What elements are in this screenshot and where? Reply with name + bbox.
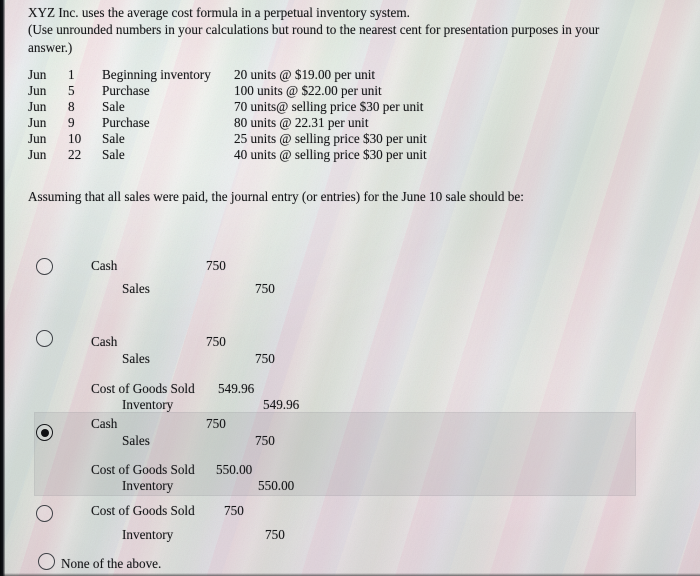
journal-credit-amount: 550.00 — [258, 478, 295, 493]
journal-debit-amount: 549.96 — [218, 381, 255, 396]
txn-description: Purchase — [102, 82, 150, 98]
txn-description: Sale — [102, 130, 125, 146]
journal-account: Cash — [91, 258, 118, 273]
txn-detail: 80 units @ 22.31 per unit — [234, 114, 369, 130]
journal-account: Inventory — [122, 527, 174, 542]
txn-day: 9 — [68, 114, 75, 130]
txn-day: 1 — [68, 67, 75, 82]
transaction-table: Jun 1 Beginning inventory 20 units @ $19… — [28, 67, 427, 162]
txn-day: 5 — [68, 82, 75, 98]
radio-option-c[interactable] — [36, 424, 53, 441]
radio-option-d[interactable] — [36, 505, 53, 522]
table-row: Jun 1 Beginning inventory 20 units @ $19… — [28, 67, 427, 83]
intro-line-2: (Use unrounded numbers in your calculati… — [28, 22, 600, 55]
journal-account: Cash — [91, 334, 118, 349]
txn-detail: 100 units @ $22.00 per unit — [234, 82, 382, 98]
table-row: Jun 8 Sale 70 units@ selling price $30 p… — [28, 99, 427, 115]
radio-option-a[interactable] — [36, 258, 53, 275]
table-row: Jun 9 Purchase 80 units @ 22.31 per unit — [28, 115, 427, 131]
journal-debit-amount: 750 — [224, 503, 244, 518]
table-row: Jun 5 Purchase 100 units @ $22.00 per un… — [28, 83, 427, 99]
txn-detail: 20 units @ $19.00 per unit — [234, 67, 376, 82]
journal-account: Cost of Goods Sold — [91, 381, 195, 396]
journal-account: Cost of Goods Sold — [91, 503, 195, 518]
txn-description: Beginning inventory — [102, 67, 211, 82]
txn-month: Jun — [28, 130, 47, 146]
page-content: XYZ Inc. uses the average cost formula i… — [0, 0, 700, 576]
radio-option-b[interactable] — [36, 330, 53, 347]
txn-description: Sale — [102, 146, 125, 162]
txn-month: Jun — [28, 146, 47, 162]
journal-debit-amount: 750 — [206, 334, 226, 349]
txn-month: Jun — [28, 98, 47, 114]
txn-day: 10 — [68, 130, 82, 146]
none-of-the-above-label: None of the above. — [61, 556, 162, 571]
txn-day: 8 — [68, 98, 75, 114]
journal-account: Sales — [122, 281, 150, 296]
txn-month: Jun — [28, 82, 47, 98]
table-row: Jun 10 Sale 25 units @ selling price $30… — [28, 131, 427, 147]
txn-detail: 25 units @ selling price $30 per unit — [234, 130, 427, 146]
journal-debit-amount: 750 — [206, 416, 226, 431]
journal-account: Cost of Goods Sold — [91, 462, 195, 477]
txn-month: Jun — [28, 67, 47, 82]
intro-line-1: XYZ Inc. uses the average cost formula i… — [28, 5, 410, 20]
txn-description: Sale — [102, 98, 125, 114]
txn-description: Purchase — [102, 114, 150, 130]
txn-detail: 40 units @ selling price $30 per unit — [234, 146, 427, 162]
journal-credit-amount: 750 — [255, 433, 275, 448]
journal-debit-amount: 750 — [206, 258, 226, 273]
txn-detail: 70 units@ selling price $30 per unit — [234, 98, 424, 114]
table-row: Jun 22 Sale 40 units @ selling price $30… — [28, 147, 427, 163]
journal-account: Sales — [122, 351, 150, 366]
journal-debit-amount: 550.00 — [216, 462, 253, 477]
txn-day: 22 — [68, 146, 82, 162]
journal-account: Cash — [91, 416, 118, 431]
journal-credit-amount: 750 — [265, 527, 285, 542]
radio-option-none[interactable] — [38, 553, 55, 570]
journal-credit-amount: 750 — [255, 351, 275, 366]
intro-paragraph: XYZ Inc. uses the average cost formula i… — [28, 4, 646, 56]
journal-account: Sales — [122, 433, 150, 448]
journal-credit-amount: 549.96 — [263, 397, 300, 412]
journal-credit-amount: 750 — [255, 281, 275, 296]
scanned-question-page: XYZ Inc. uses the average cost formula i… — [0, 0, 700, 576]
journal-account: Inventory — [122, 478, 174, 493]
question-prompt: Assuming that all sales were paid, the j… — [28, 189, 524, 204]
txn-month: Jun — [28, 114, 47, 130]
journal-account: Inventory — [122, 397, 174, 412]
